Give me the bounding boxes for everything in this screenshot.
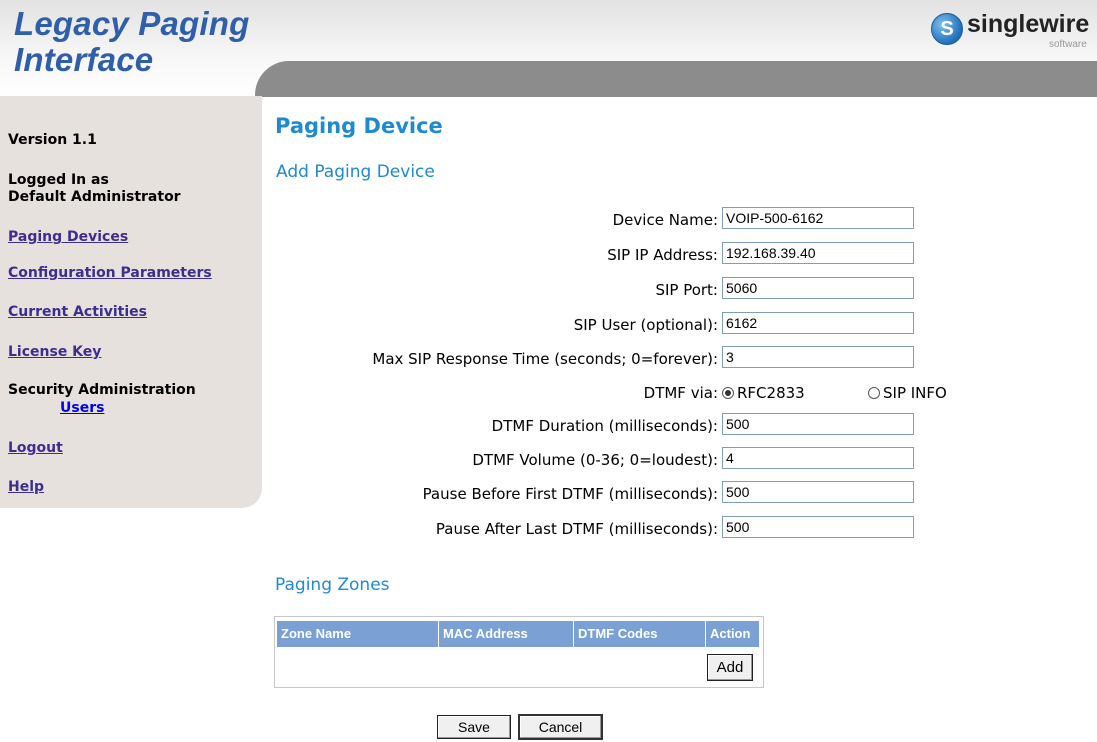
logged-in-label: Logged In as Default Administrator — [8, 172, 181, 206]
paging-zones-table: Zone Name MAC Address DTMF Codes Action … — [274, 616, 764, 688]
column-header-action: Action — [710, 626, 751, 641]
dtmf-via-label: DTMF via: — [643, 384, 718, 402]
logged-in-user: Default Administrator — [8, 189, 181, 205]
cancel-button[interactable]: Cancel — [518, 714, 603, 740]
dtmf-duration-row: DTMF Duration (milliseconds): 500 — [276, 413, 976, 439]
sip-ip-label: SIP IP Address: — [607, 246, 718, 264]
sidebar-link-current-activities[interactable]: Current Activities — [8, 304, 147, 320]
add-zone-button[interactable]: Add — [707, 654, 753, 681]
rfc2833-label: RFC2833 — [737, 384, 805, 402]
sidebar-link-help[interactable]: Help — [8, 479, 44, 495]
sidebar-link-configuration-parameters[interactable]: Configuration Parameters — [8, 265, 212, 281]
dtmf-duration-input[interactable]: 500 — [722, 413, 914, 435]
sip-ip-input[interactable]: 192.168.39.40 — [722, 242, 914, 264]
sidebar-link-license-key[interactable]: License Key — [8, 344, 101, 360]
version-label: Version 1.1 — [8, 132, 97, 148]
sip-ip-row: SIP IP Address: 192.168.39.40 — [276, 242, 976, 268]
app-title-line2: Interface — [14, 41, 154, 78]
singlewire-logo: S singlewire software — [931, 8, 1089, 52]
dtmf-via-sip-info-radio[interactable]: SIP INFO — [868, 384, 947, 402]
sip-user-input[interactable]: 6162 — [722, 312, 914, 334]
dtmf-duration-label: DTMF Duration (milliseconds): — [491, 417, 718, 435]
sidebar-link-paging-devices[interactable]: Paging Devices — [8, 229, 128, 245]
dtmf-volume-input[interactable]: 4 — [722, 447, 914, 469]
pause-after-input[interactable]: 500 — [722, 516, 914, 538]
app-title: Legacy Paging Interface — [14, 6, 250, 78]
zones-table-header: Zone Name MAC Address DTMF Codes Action — [277, 621, 759, 647]
column-header-dtmf-codes: DTMF Codes — [574, 621, 706, 647]
header: Legacy Paging Interface S singlewire sof… — [0, 0, 1097, 97]
sidebar: Version 1.1 Logged In as Default Adminis… — [0, 96, 262, 508]
pause-after-label: Pause After Last DTMF (milliseconds): — [435, 520, 718, 538]
device-name-row: Device Name: VOIP-500-6162 — [276, 207, 976, 233]
column-header-zone-name: Zone Name — [277, 621, 439, 647]
max-sip-label: Max SIP Response Time (seconds; 0=foreve… — [372, 350, 718, 368]
sip-info-label: SIP INFO — [883, 384, 947, 402]
logged-in-line1: Logged In as — [8, 172, 109, 188]
sip-user-label: SIP User (optional): — [573, 316, 718, 334]
paging-zones-title: Paging Zones — [275, 575, 390, 595]
app-title-line1: Legacy Paging — [14, 5, 250, 42]
sip-port-input[interactable]: 5060 — [722, 277, 914, 299]
radio-checked-icon — [722, 387, 734, 399]
dtmf-via-row: DTMF via: RFC2833 SIP INFO — [276, 380, 976, 406]
dtmf-volume-row: DTMF Volume (0-36; 0=loudest): 4 — [276, 447, 976, 473]
section-title: Add Paging Device — [276, 162, 435, 182]
max-sip-row: Max SIP Response Time (seconds; 0=foreve… — [276, 346, 976, 372]
column-header-mac-address: MAC Address — [439, 621, 574, 647]
sidebar-security-administration: Security Administration — [8, 382, 196, 398]
singlewire-logo-icon: S — [931, 13, 963, 45]
sidebar-link-users[interactable]: Users — [60, 400, 104, 416]
save-button[interactable]: Save — [437, 715, 511, 739]
device-name-label: Device Name: — [612, 211, 718, 229]
page-title: Paging Device — [275, 114, 443, 138]
header-band — [255, 61, 1097, 97]
device-name-input[interactable]: VOIP-500-6162 — [722, 207, 914, 229]
logo-subtext: software — [1049, 39, 1087, 50]
sip-port-label: SIP Port: — [655, 281, 718, 299]
pause-before-label: Pause Before First DTMF (milliseconds): — [422, 485, 718, 503]
logo-text: singlewire — [967, 10, 1090, 38]
dtmf-volume-label: DTMF Volume (0-36; 0=loudest): — [472, 451, 718, 469]
sidebar-link-logout[interactable]: Logout — [8, 440, 63, 456]
pause-after-row: Pause After Last DTMF (milliseconds): 50… — [276, 516, 976, 542]
pause-before-input[interactable]: 500 — [722, 481, 914, 503]
max-sip-input[interactable]: 3 — [722, 346, 914, 368]
dtmf-via-rfc2833-radio[interactable]: RFC2833 — [722, 384, 805, 402]
pause-before-row: Pause Before First DTMF (milliseconds): … — [276, 481, 976, 507]
radio-unchecked-icon — [868, 387, 880, 399]
sip-port-row: SIP Port: 5060 — [276, 277, 976, 303]
sip-user-row: SIP User (optional): 6162 — [276, 312, 976, 338]
